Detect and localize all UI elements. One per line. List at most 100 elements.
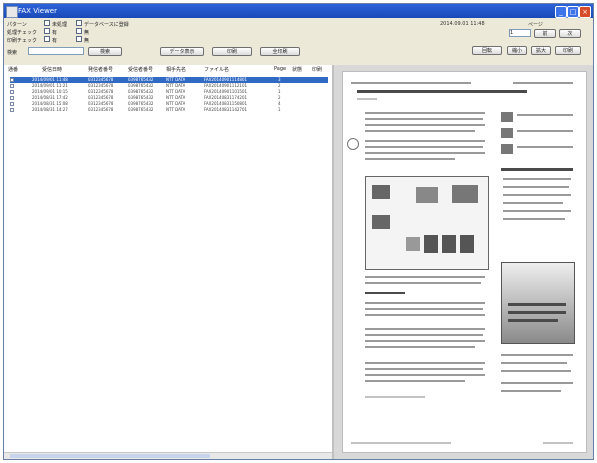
text-line [365,396,425,398]
process-no-checkbox[interactable] [76,28,82,34]
diagram-device [442,235,456,253]
maximize-button[interactable]: □ [567,6,579,18]
row-checkbox[interactable] [10,102,14,106]
sidebar-text [501,354,573,356]
text-line [365,362,485,364]
ad-headline [508,319,558,322]
zoom-in-button[interactable]: 拡大 [531,46,551,55]
sidebar-text [503,186,569,188]
app-window: FAX Viewer _ □ × パターン 未処理 データベースに登録 処理チェ… [3,3,594,460]
app-icon [6,6,18,18]
fax-list-table: 通番 受信日時 発信者番号 受信者番号 相手先名 ファイル名 Page 状態 印… [4,65,334,459]
row-date: 2014/08/31 14:27 [32,107,68,112]
prev-page-button[interactable]: 前 [534,29,556,38]
minimize-button[interactable]: _ [555,6,567,18]
article-kicker [357,98,377,100]
print-no-checkbox[interactable] [76,36,82,42]
page-number-field[interactable]: 1 [509,29,531,37]
text-line [365,374,485,376]
scrollbar-thumb[interactable] [10,454,210,458]
page-marker-icon [347,138,359,150]
column-header-no[interactable]: 通番 [8,66,18,73]
text-line [365,158,455,160]
column-header-status[interactable]: 状態 [292,66,302,73]
close-button[interactable]: × [579,6,591,18]
row-checkbox[interactable] [10,96,14,100]
unprocessed-checkbox[interactable] [44,20,50,26]
fax-header-right [513,82,573,84]
fax-footer-right [543,442,573,444]
sidebar-text [503,194,571,196]
data-display-button[interactable]: データ表示 [160,47,204,56]
text-line [365,346,475,348]
horizontal-scrollbar[interactable] [4,452,332,459]
text-line [365,334,483,336]
process-yes-label: 有 [52,30,58,36]
print-preview-button[interactable]: 印刷 [555,46,581,55]
fax-footer-line [351,442,451,444]
print-all-button[interactable]: 全印刷 [260,47,300,56]
subheading [365,292,405,294]
row-checkbox[interactable] [10,78,14,82]
sidebar-text [501,370,571,372]
timestamp-text: 2014.09.01 11:48 [440,21,485,27]
row-checkbox[interactable] [10,108,14,112]
fax-preview-pane[interactable] [334,65,593,459]
print-check-label: 印刷チェック [7,38,38,44]
fax-header-line [351,82,471,84]
sidebar-text [503,178,571,180]
print-no-label: 無 [84,38,90,44]
ad-headline [508,303,566,306]
article-diagram [365,176,489,270]
page-label: ページ [528,22,543,28]
diagram-person [372,185,390,199]
column-header-file[interactable]: ファイル名 [204,66,229,73]
text-line [365,276,485,278]
text-line [365,130,475,132]
column-header-page[interactable]: Page [274,66,286,72]
text-line [365,118,483,120]
row-checkbox[interactable] [10,90,14,94]
sidebar-text [503,210,571,212]
text-line [365,380,465,382]
search-button[interactable]: 検索 [88,47,122,56]
diagram-device [460,235,474,253]
print-button[interactable]: 印刷 [212,47,252,56]
column-header-to[interactable]: 受信者番号 [128,66,153,73]
column-header-date[interactable]: 受信日時 [42,66,62,73]
column-header-name[interactable]: 相手先名 [166,66,186,73]
db-register-checkbox[interactable] [76,20,82,26]
text-line [365,340,485,342]
text-line [365,302,485,304]
process-yes-checkbox[interactable] [44,28,50,34]
next-page-button[interactable]: 次 [559,29,581,38]
row-name: NTT DATA [166,107,186,112]
zoom-out-button[interactable]: 縮小 [507,46,527,55]
pattern-label: パターン [7,22,27,28]
sidebar-text [501,382,573,384]
title-bar: FAX Viewer _ □ × [4,4,593,18]
row-from: 0312345678 [88,107,114,112]
process-no-label: 無 [84,30,90,36]
sidebar-text [501,362,567,364]
text-line [365,124,485,126]
fax-page-image [342,71,587,453]
sidebar-heading [501,168,573,171]
rotate-button[interactable]: 回転 [472,46,502,55]
sidebar-text [503,218,565,220]
sidebar-text [503,202,563,204]
row-file: FAX20140831142701 [204,107,248,112]
diagram-person [372,215,390,229]
print-yes-checkbox[interactable] [44,36,50,42]
text-line [365,368,483,370]
sidebar-thumbnail [501,128,513,138]
table-row[interactable]: 2014/08/31 14:27 0312345678 0398765432 N… [10,107,328,113]
filter-toolbar: パターン 未処理 データベースに登録 処理チェック 有 無 印刷チェック 有 無… [4,18,593,65]
search-input[interactable] [28,47,84,55]
db-register-label: データベースに登録 [84,22,129,28]
row-checkbox[interactable] [10,84,14,88]
column-header-print[interactable]: 印刷 [312,66,322,73]
text-line [365,282,481,284]
column-header-from[interactable]: 発信者番号 [88,66,113,73]
diagram-cloud [452,185,478,203]
